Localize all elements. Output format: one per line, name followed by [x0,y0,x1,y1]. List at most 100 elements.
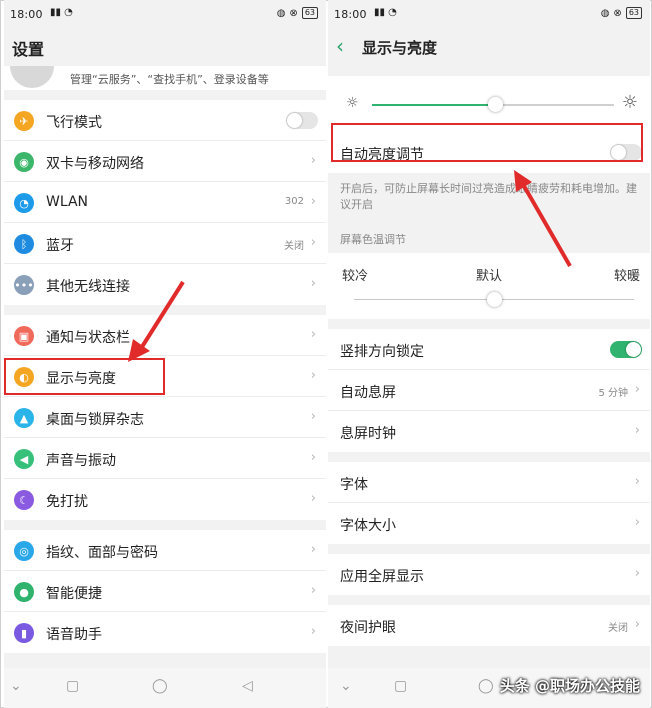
left-group: ✈ 飞行模式 ◉ 双卡与移动网络 › ◔ WLAN 302 › ᛒ 蓝牙 关闭 › ••• 其他无线连接 › [4,100,326,305]
chevron-down-icon[interactable]: ⌄ [10,678,22,694]
brightness-thumb[interactable] [488,97,504,112]
signal-icon: ▮▮ ◔ [50,7,73,18]
list-item[interactable]: ▲ 桌面与锁屏杂志 › [4,397,326,438]
settings-header: 设置 [4,32,326,66]
list-item-label: 自动息屏 [340,385,396,401]
list-item-label: 其他无线连接 [46,279,130,295]
microphone-icon: ▮ [14,623,34,643]
list-item[interactable]: 自动息屏 5 分钟 › [328,370,650,411]
list-item-label: 竖排方向锁定 [340,344,424,360]
color-temp-default: 默认 [476,269,503,284]
list-item[interactable]: ◀ 声音与振动 › [4,438,326,479]
list-item-label: 应用全屏显示 [340,569,424,585]
account-row[interactable]: 管理“云服务”、“查找手机”、登录设备等 [4,66,326,90]
right-group: 竖排方向锁定自动息屏 5 分钟 › 息屏时钟 › [328,329,650,452]
wallpaper-icon: ▲ [14,408,34,428]
list-item-label: 字体大小 [340,518,396,534]
page-title: 设置 [12,40,45,59]
status-time: 18:00 [334,8,367,21]
recents-icon[interactable]: ▢ [394,678,407,694]
list-item-value: 关闭 [284,241,304,252]
color-temp-thumb[interactable] [487,292,502,307]
color-temp-title: 屏幕色温调节 [328,221,650,253]
list-item-label: 智能便捷 [46,586,102,602]
globe-icon: ◉ [14,152,34,172]
account-subtitle: 管理“云服务”、“查找手机”、登录设备等 [70,73,269,86]
chevron-right-icon: › [310,235,316,250]
list-item[interactable]: ▮ 语音助手 › [4,612,326,653]
list-item[interactable]: ᛒ 蓝牙 关闭 › [4,223,326,264]
list-item-label: 显示与亮度 [46,371,116,387]
brightness-icon: ◐ [14,367,34,387]
list-item-label: WLAN [46,194,89,210]
right-group: 字体 › 字体大小 › [328,462,650,544]
list-item[interactable]: 应用全屏显示 › [328,554,650,595]
left-group: ◎ 指纹、面部与密码 › ● 智能便捷 › ▮ 语音助手 › [4,530,326,653]
list-item[interactable]: 竖排方向锁定 [328,329,650,370]
toggle-switch[interactable] [610,341,642,358]
chevron-right-icon: › [310,276,316,291]
display-header: ‹ 显示与亮度 [328,32,650,66]
fingerprint-icon: ◎ [14,541,34,561]
more-icon: ••• [14,275,34,295]
battery-icon: 63 [301,7,318,19]
auto-brightness-row[interactable]: 自动亮度调节 [328,132,650,173]
color-temp-warm: 较暖 [613,269,640,284]
back-icon[interactable]: ◁ [242,678,253,694]
chevron-right-icon: › [310,491,316,506]
chevron-right-icon: › [634,515,640,530]
chevron-right-icon: › [634,382,640,397]
list-item[interactable]: ◐ 显示与亮度 › [4,356,326,397]
chevron-right-icon: › [634,474,640,489]
smart-icon: ● [14,582,34,602]
list-item[interactable]: ◔ WLAN 302 › [4,182,326,223]
bluetooth-icon: ᛒ [14,234,34,254]
chevron-right-icon: › [310,624,316,639]
list-item[interactable]: ☾ 免打扰 › [4,479,326,520]
list-item[interactable]: ▣ 通知与状态栏 › [4,315,326,356]
chevron-right-icon: › [310,542,316,557]
chevron-right-icon: › [310,409,316,424]
home-icon[interactable]: ◯ [152,678,168,694]
status-time: 18:00 [10,8,43,21]
notification-icon: ▣ [14,326,34,346]
chevron-right-icon: › [310,153,316,168]
toggle-switch[interactable] [286,112,318,129]
list-item[interactable]: 夜间护眼 关闭 › [328,605,650,646]
sun-large-icon: ☼ [621,92,638,113]
sync-icon: ⊗ [289,7,298,19]
list-item-label: 夜间护眼 [340,620,396,636]
nfc-icon: ◍ [276,7,286,19]
back-arrow-icon[interactable]: ‹ [336,34,344,58]
color-temp-slider[interactable]: 较冷 默认 较暖 [328,253,650,319]
moon-icon: ☾ [14,490,34,510]
chevron-right-icon: › [634,423,640,438]
speaker-icon: ◀ [14,449,34,469]
chevron-right-icon: › [310,368,316,383]
list-item-label: 字体 [340,477,368,493]
color-temp-cool: 较冷 [342,269,369,284]
list-item[interactable]: 息屏时钟 › [328,411,650,452]
right-group: 夜间护眼 关闭 › [328,605,650,646]
status-bar: 18:00 ▮▮ ◔ ◍ ⊗ 63 [328,0,650,32]
list-item[interactable]: ◉ 双卡与移动网络 › [4,141,326,182]
list-item-label: 指纹、面部与密码 [46,545,158,561]
wifi-icon: ◔ [14,193,34,213]
chevron-right-icon: › [634,617,640,632]
auto-brightness-toggle[interactable] [610,144,642,161]
list-item[interactable]: ◎ 指纹、面部与密码 › [4,530,326,571]
home-icon[interactable]: ◯ [478,678,494,694]
list-item[interactable]: 字体大小 › [328,503,650,544]
chevron-right-icon: › [310,583,316,598]
list-item-label: 息屏时钟 [340,426,396,442]
list-item[interactable]: 字体 › [328,462,650,503]
signal-icon: ▮▮ ◔ [374,7,397,18]
list-item-label: 双卡与移动网络 [46,156,144,172]
brightness-slider[interactable]: ☼ ☼ [328,76,650,132]
recents-icon[interactable]: ▢ [66,678,79,694]
chevron-down-icon[interactable]: ⌄ [340,678,352,694]
status-bar: 18:00 ▮▮ ◔ ◍ ⊗ 63 [4,0,326,32]
list-item[interactable]: ••• 其他无线连接 › [4,264,326,305]
list-item[interactable]: ✈ 飞行模式 [4,100,326,141]
list-item[interactable]: ● 智能便捷 › [4,571,326,612]
